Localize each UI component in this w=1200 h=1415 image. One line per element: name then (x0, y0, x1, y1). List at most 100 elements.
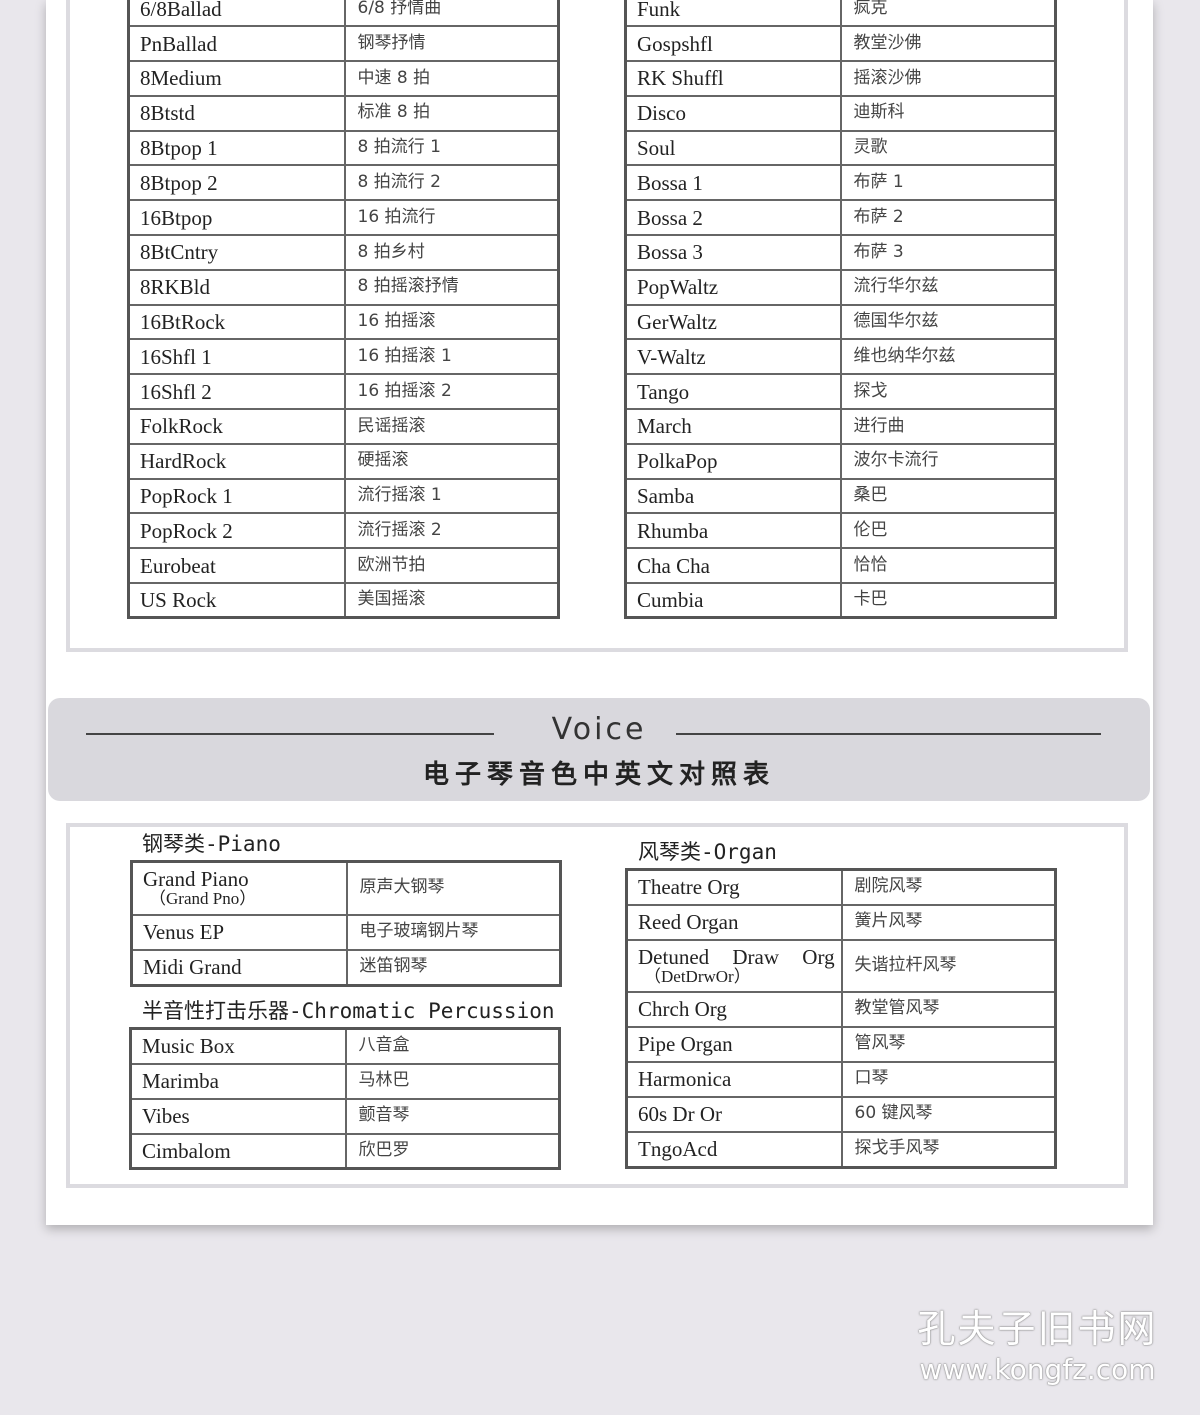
table-row: PolkaPop 波尔卡流行 (624, 442, 1057, 480)
english-name-text: Pipe Organ (638, 1031, 733, 1056)
chinese-name: 流行摇滚 1 (343, 477, 560, 515)
table-row: Vibes 颤音琴 (129, 1097, 561, 1135)
english-name: Tango (624, 373, 842, 411)
chinese-name: 簧片风琴 (840, 903, 1057, 941)
chinese-name: 八音盒 (344, 1027, 561, 1065)
chinese-name: 民谣摇滚 (343, 408, 560, 445)
table-row: Bossa 2 布萨 2 (624, 199, 1057, 237)
english-name: Disco (624, 94, 842, 132)
table-row: Grand Piano （Grand Pno） 原声大钢琴 (130, 860, 562, 916)
chromatic-table: Music Box 八音盒 Marimba 马林巴 Vibes 颤音琴 Cimbalom 欣巴… (129, 1027, 561, 1170)
english-name-text: March (637, 414, 692, 439)
styles-table-left: 6/8Ballad 6/8 抒情曲 PnBallad 钢琴抒情 8Medium 中速 8 … (127, 0, 560, 620)
chinese-name: 管风琴 (840, 1025, 1057, 1063)
table-row: Marimba 马林巴 (129, 1062, 561, 1100)
english-name-text: PnBallad (140, 31, 217, 56)
chinese-name: 教堂沙佛 (839, 25, 1057, 63)
chinese-name: 马林巴 (344, 1062, 561, 1100)
english-name: Reed Organ (625, 903, 843, 941)
table-row: PopWaltz 流行华尔兹 (624, 268, 1057, 306)
english-name: 6/8Ballad (127, 0, 346, 28)
chinese-name: 标准 8 拍 (343, 94, 560, 132)
chinese-name: 8 拍流行 1 (343, 129, 560, 167)
table-row: Samba 桑巴 (624, 477, 1057, 515)
chinese-name: 疯克 (839, 0, 1057, 28)
english-name: Detuned Draw Org （DetDrwOr） (625, 938, 843, 993)
table-row: PopRock 1 流行摇滚 1 (127, 477, 560, 515)
chinese-name: 桑巴 (839, 477, 1057, 515)
organ-table: Theatre Org 剧院风琴 Reed Organ 簧片风琴 Detuned Dra… (625, 868, 1057, 1169)
table-row: TngoAcd 探戈手风琴 (625, 1130, 1057, 1169)
table-row: 16Shfl 2 16 拍摇滚 2 (127, 373, 560, 411)
table-row: Theatre Org 剧院风琴 (625, 868, 1057, 906)
english-name: Marimba (129, 1062, 347, 1100)
table-row: Reed Organ 簧片风琴 (625, 903, 1057, 941)
table-row: Pipe Organ 管风琴 (625, 1025, 1057, 1063)
english-name: HardRock (127, 442, 346, 480)
english-name-text: Midi Grand (143, 955, 242, 980)
english-name: Vibes (129, 1097, 347, 1135)
watermark-url: www.kongfz.com (919, 1353, 1156, 1386)
table-row: Chrch Org 教堂管风琴 (625, 990, 1057, 1028)
chinese-name: 16 拍摇滚 2 (343, 373, 560, 411)
english-name-text: RK Shuffl (637, 66, 724, 91)
english-name-text: Bossa 2 (637, 205, 703, 230)
chinese-name: 8 拍乡村 (343, 234, 560, 271)
table-row: 8Btpop 2 8 拍流行 2 (127, 164, 560, 202)
table-row: Detuned Draw Org （DetDrwOr） 失谐拉杆风琴 (625, 938, 1057, 993)
english-name: 8Medium (127, 60, 346, 97)
table-row: Funk 疯克 (624, 0, 1057, 28)
english-name: Chrch Org (625, 990, 843, 1028)
english-name: March (624, 408, 842, 445)
chinese-name: 德国华尔兹 (839, 303, 1057, 341)
english-name-text: 8Medium (140, 66, 222, 91)
english-name-text: Funk (637, 0, 681, 22)
english-name: Cimbalom (129, 1132, 347, 1170)
english-name: Venus EP (130, 913, 348, 951)
english-name: Bossa 2 (624, 199, 842, 237)
chinese-name: 进行曲 (839, 408, 1057, 445)
english-name: 8Btpop 2 (127, 164, 346, 202)
english-name: PopRock 2 (127, 512, 346, 550)
english-name-text: Eurobeat (140, 553, 216, 578)
chinese-name: 探戈 (839, 373, 1057, 411)
table-row: Tango 探戈 (624, 373, 1057, 411)
english-name: Cha Cha (624, 547, 842, 585)
english-name: 16Shfl 2 (127, 373, 346, 411)
chinese-name: 恰恰 (839, 547, 1057, 585)
table-row: 16BtRock 16 拍摇滚 (127, 303, 560, 341)
english-name-text: PolkaPop (637, 449, 718, 474)
english-name-text: Cimbalom (142, 1138, 231, 1163)
table-row: Bossa 3 布萨 3 (624, 234, 1057, 271)
chinese-name: 电子玻璃钢片琴 (345, 913, 562, 951)
english-name: 60s Dr Or (625, 1095, 843, 1133)
table-row: Harmonica 口琴 (625, 1060, 1057, 1098)
english-name-text: Harmonica (638, 1066, 732, 1091)
english-name-text: 8Btpop 1 (140, 136, 218, 161)
table-row: Rhumba 伦巴 (624, 512, 1057, 550)
table-row: RK Shuffl 摇滚沙佛 (624, 60, 1057, 97)
chinese-name: 卡巴 (839, 582, 1057, 619)
english-name: PnBallad (127, 25, 346, 63)
english-name-text: PopRock 2 (140, 518, 233, 543)
table-row: V-Waltz 维也纳华尔兹 (624, 338, 1057, 376)
english-name-text: Venus EP (143, 919, 225, 944)
english-name-text: Grand Piano (143, 867, 249, 892)
banner-subtitle: 电子琴音色中英文对照表 (422, 760, 775, 790)
chinese-name: 伦巴 (839, 512, 1057, 550)
english-name: Grand Piano （Grand Pno） (130, 860, 348, 916)
english-name: GerWaltz (624, 303, 842, 341)
chinese-name: 布萨 2 (839, 199, 1057, 237)
english-name-text: 16Shfl 1 (140, 344, 212, 369)
english-name: V-Waltz (624, 338, 842, 376)
table-row: Bossa 1 布萨 1 (624, 164, 1057, 202)
chinese-name: 6/8 抒情曲 (343, 0, 560, 28)
english-name: Funk (624, 0, 842, 28)
chinese-name: 欣巴罗 (344, 1132, 561, 1170)
english-name-text: Samba (637, 484, 695, 509)
chinese-name: 灵歌 (839, 129, 1057, 167)
chinese-name: 美国摇滚 (343, 582, 560, 619)
table-row: 8RKBld 8 拍摇滚抒情 (127, 268, 560, 306)
chinese-name: 失谐拉杆风琴 (840, 938, 1057, 993)
watermark-name: 孔夫子旧书网 (917, 1307, 1158, 1351)
